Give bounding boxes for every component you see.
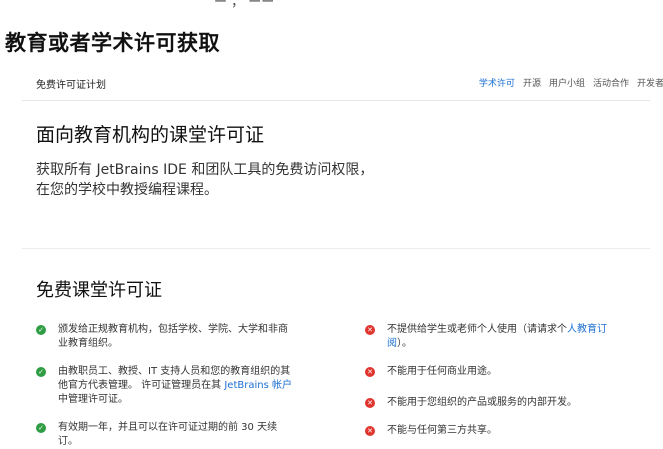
pro-item: ✓ 有效期一年，并且可以在许可证过期的前 30 天续订。 <box>36 421 296 449</box>
cons-list: ✕ 不提供给学生或老师个人使用（请请求个人教育订 阅）。 ✕ 不能用于任何商业用… <box>365 323 625 438</box>
hero-description: 获取所有 JetBrains IDE 和团队工具的免费访问权限， 在您的学校中教… <box>36 160 373 200</box>
x-circle-icon: ✕ <box>365 398 375 408</box>
section-title: 免费课堂许可证 <box>36 280 162 301</box>
subnav-brand[interactable]: 免费许可证计划 <box>36 76 106 91</box>
subnav-links: 学术许可 开源 用户小组 活动合作 开发者 <box>479 76 663 89</box>
x-circle-icon: ✕ <box>365 426 375 436</box>
hero-desc-line2: 在您的学校中教授编程课程。 <box>36 182 218 198</box>
con-item: ✕ 不提供给学生或老师个人使用（请请求个人教育订 阅）。 <box>365 323 625 365</box>
section-divider <box>22 248 650 249</box>
x-circle-icon: ✕ <box>365 325 375 335</box>
jetbrains-account-link[interactable]: JetBrains 帐户 <box>224 380 292 391</box>
top-cut-strip: ー ， ーー <box>0 0 663 10</box>
pro-item: ✓ 颁发给正规教育机构，包括学校、学院、大学和非商 业教育组织。 <box>36 323 296 365</box>
pro-item: ✓ 由教职员工、教授、IT 支持人员和您的教育组织的其 他官方代表管理。 许可证… <box>36 365 296 421</box>
subnav-link-opensource[interactable]: 开源 <box>523 76 541 89</box>
personal-education-subscription-link-cont[interactable]: 阅 <box>387 338 397 349</box>
subnav-link-usergroups[interactable]: 用户小组 <box>549 76 585 89</box>
hero-desc-line1: 获取所有 JetBrains IDE 和团队工具的免费访问权限， <box>36 162 374 178</box>
subnav-link-academic[interactable]: 学术许可 <box>479 76 515 89</box>
check-circle-icon: ✓ <box>36 367 46 377</box>
hero-title: 面向教育机构的课堂许可证 <box>36 124 265 146</box>
check-circle-icon: ✓ <box>36 325 46 335</box>
sub-navigation: 免费许可证计划 学术许可 开源 用户小组 活动合作 开发者 <box>22 70 663 101</box>
subnav-link-developers[interactable]: 开发者 <box>637 76 663 89</box>
con-item: ✕ 不能与任何第三方共享。 <box>365 424 625 438</box>
personal-education-subscription-link[interactable]: 人教育订 <box>567 324 607 335</box>
con-item: ✕ 不能用于任何商业用途。 <box>365 365 625 396</box>
x-circle-icon: ✕ <box>365 367 375 377</box>
con-item: ✕ 不能用于您组织的产品或服务的内部开发。 <box>365 396 625 424</box>
pros-list: ✓ 颁发给正规教育机构，包括学校、学院、大学和非商 业教育组织。 ✓ 由教职员工… <box>36 323 296 449</box>
top-cut-text: ー ， ーー <box>214 0 275 10</box>
page-heading: 教育或者学术许可获取 <box>5 31 220 55</box>
subnav-link-events[interactable]: 活动合作 <box>593 76 629 89</box>
